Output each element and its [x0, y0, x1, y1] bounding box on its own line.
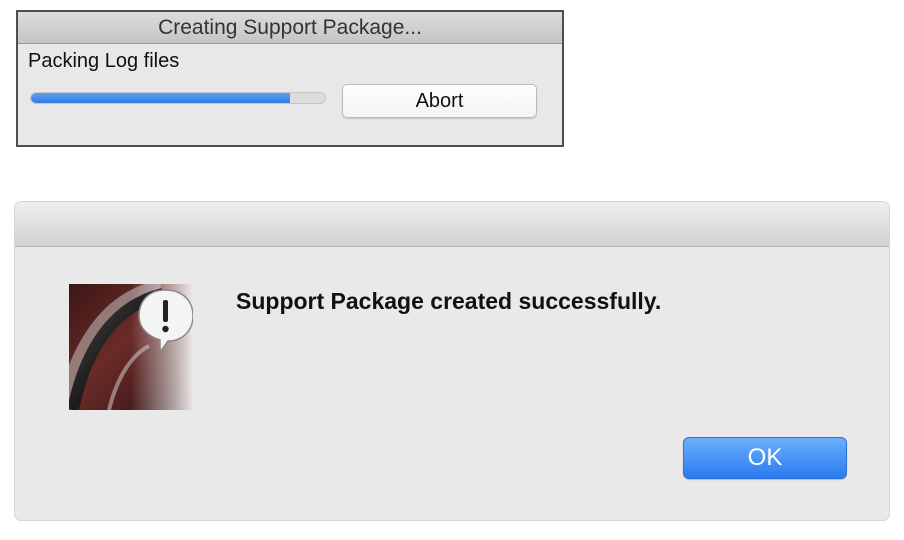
abort-button[interactable]: Abort: [342, 84, 537, 118]
alert-message: Support Package created successfully.: [236, 288, 662, 314]
progress-bar-fill: [31, 93, 290, 103]
app-alert-icon: [55, 280, 194, 412]
screenshot-stage: Creating Support Package... Packing Log …: [0, 0, 904, 540]
progress-dialog-title: Creating Support Package...: [18, 12, 562, 44]
progress-status-label: Packing Log files: [28, 50, 180, 72]
ok-button[interactable]: OK: [683, 437, 847, 479]
progress-bar: [30, 92, 326, 104]
alert-dialog: Support Package created successfully. OK: [15, 202, 889, 520]
progress-dialog: Creating Support Package... Packing Log …: [16, 10, 564, 147]
alert-dialog-titlebar: [15, 202, 889, 247]
